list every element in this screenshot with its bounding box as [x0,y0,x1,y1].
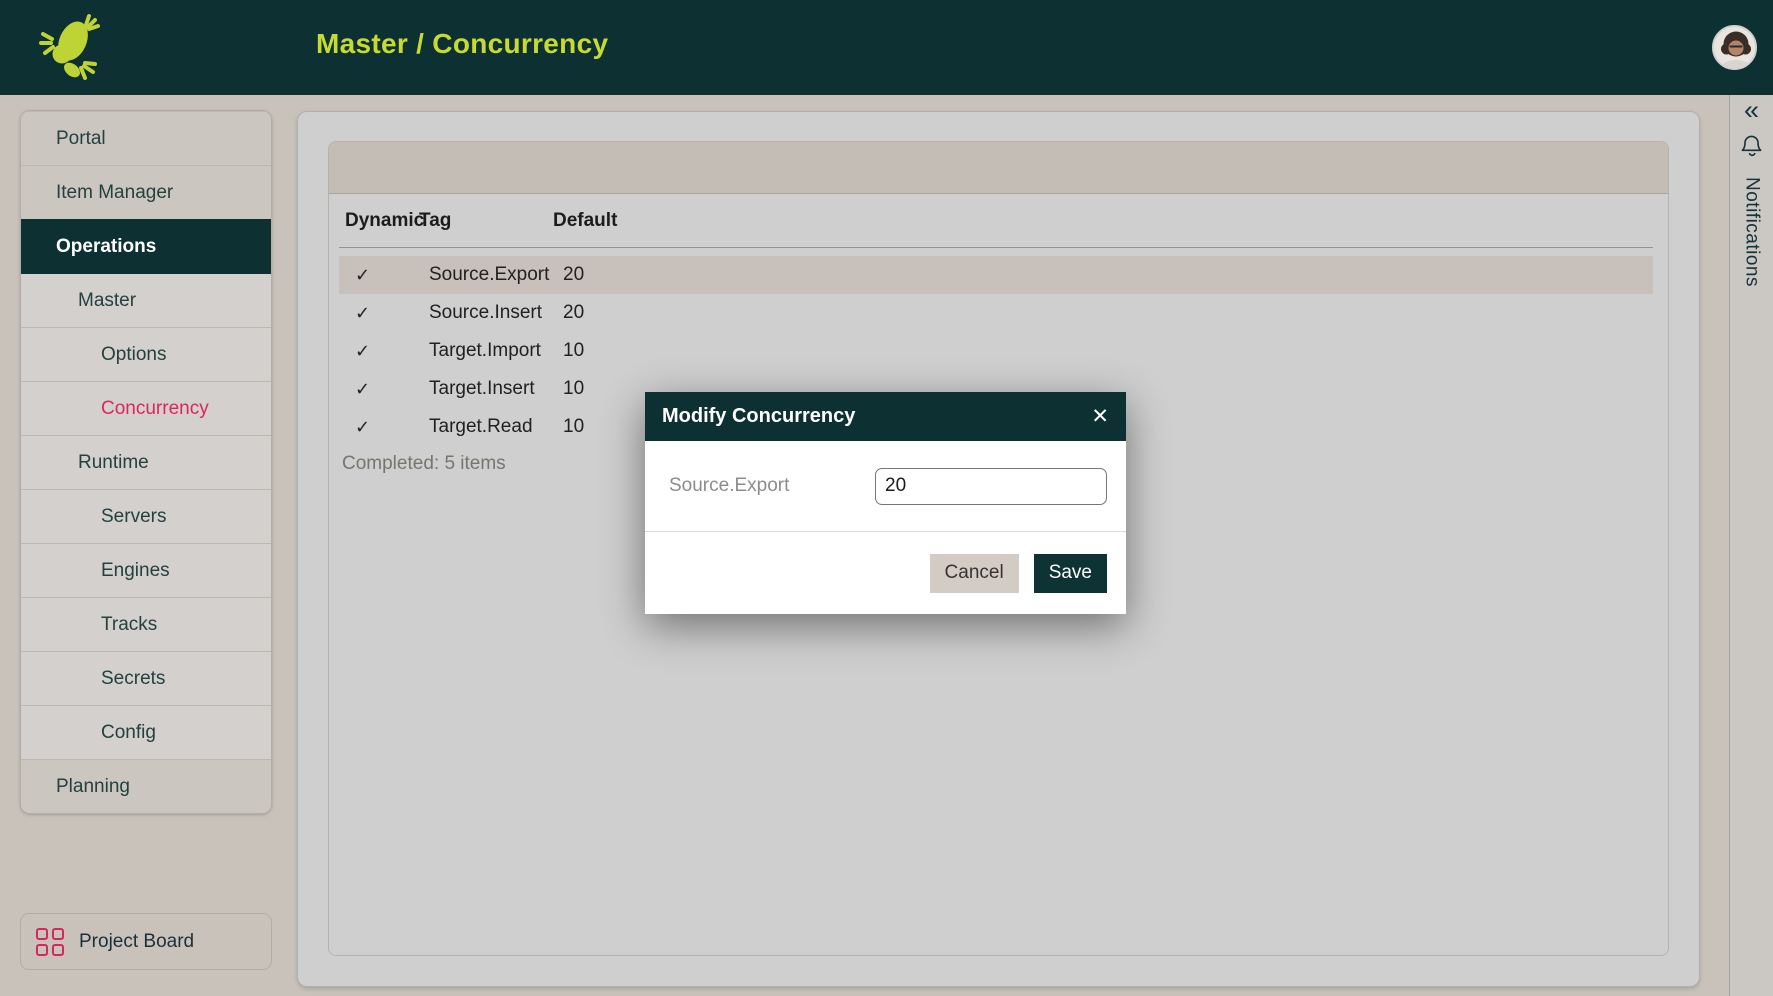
default-cell: 20 [563,264,1653,286]
sidebar-item[interactable]: Concurrency [21,381,271,435]
tag-cell: Target.Read [429,416,563,438]
tag-cell: Target.Insert [429,378,563,400]
close-icon[interactable]: ✕ [1091,404,1109,429]
notifications-rail: « Notifications [1729,95,1773,996]
sidebar-item-label: Engines [101,560,170,581]
checkmark-icon: ✓ [355,341,429,362]
sidebar-item[interactable]: Item Manager [21,165,271,219]
notifications-label[interactable]: Notifications [1741,177,1763,287]
modal-title: Modify Concurrency [662,405,855,428]
concurrency-value-input[interactable] [875,468,1107,505]
sidebar-item[interactable]: Engines [21,543,271,597]
sidebar-item[interactable]: Portal [21,111,271,165]
table-header-row: Dynamic Tag Default [339,194,1653,248]
project-board-label: Project Board [79,931,194,953]
default-cell: 10 [563,340,1653,362]
sidebar-item[interactable]: Operations [21,219,271,273]
bell-icon[interactable] [1740,133,1763,165]
sidebar-item-label: Servers [101,506,166,527]
sidebar-item-label: Portal [56,128,106,149]
table-row[interactable]: ✓ Target.Import 10 [339,332,1653,370]
sidebar-item[interactable]: Servers [21,489,271,543]
user-avatar[interactable] [1712,25,1757,70]
sidebar-item-label: Item Manager [56,182,173,203]
sidebar-item-label: Operations [56,236,156,257]
modal-footer: Cancel Save [645,531,1126,614]
table-row[interactable]: ✓ Source.Insert 20 [339,294,1653,332]
sidebar-item[interactable]: Planning [21,759,271,813]
page-title: Master / Concurrency [316,28,608,60]
grid-icon [36,928,64,956]
sidebar-item-label: Options [101,344,166,365]
sidebar-item-label: Secrets [101,668,165,689]
sidebar-item-label: Config [101,722,156,743]
tag-cell: Source.Insert [429,302,563,324]
checkmark-icon: ✓ [355,417,429,438]
column-header: Tag [419,210,553,232]
sidebar-item[interactable]: Master [21,273,271,327]
sidebar-item[interactable]: Runtime [21,435,271,489]
field-label: Source.Export [669,475,875,497]
column-header: Dynamic [345,210,419,232]
column-header: Default [553,210,1653,232]
sidebar-item-label: Master [78,290,136,311]
modify-concurrency-modal: Modify Concurrency ✕ Source.Export Cance… [645,392,1126,614]
sidebar-item[interactable]: Tracks [21,597,271,651]
modal-body: Source.Export [645,441,1126,531]
frog-logo-icon[interactable] [38,10,102,84]
modal-header: Modify Concurrency ✕ [645,392,1126,441]
cancel-button[interactable]: Cancel [930,554,1019,593]
sidebar-item[interactable]: Config [21,705,271,759]
card-toolbar [329,142,1668,194]
table-row[interactable]: ✓ Source.Export 20 [339,256,1653,294]
checkmark-icon: ✓ [355,303,429,324]
sidebar-nav: Portal Item Manager Operations Master Op… [20,110,272,814]
checkmark-icon: ✓ [355,379,429,400]
save-button[interactable]: Save [1034,554,1107,593]
collapse-panel-icon[interactable]: « [1744,97,1759,124]
sidebar-item[interactable]: Options [21,327,271,381]
project-board-button[interactable]: Project Board [20,913,272,970]
sidebar-item-label: Concurrency [101,398,209,419]
sidebar-item-label: Tracks [101,614,157,635]
top-bar: Master / Concurrency [0,0,1773,95]
sidebar-item-label: Planning [56,776,130,797]
checkmark-icon: ✓ [355,265,429,286]
tag-cell: Target.Import [429,340,563,362]
tag-cell: Source.Export [429,264,563,286]
sidebar-item[interactable]: Secrets [21,651,271,705]
default-cell: 20 [563,302,1653,324]
sidebar-item-label: Runtime [78,452,149,473]
